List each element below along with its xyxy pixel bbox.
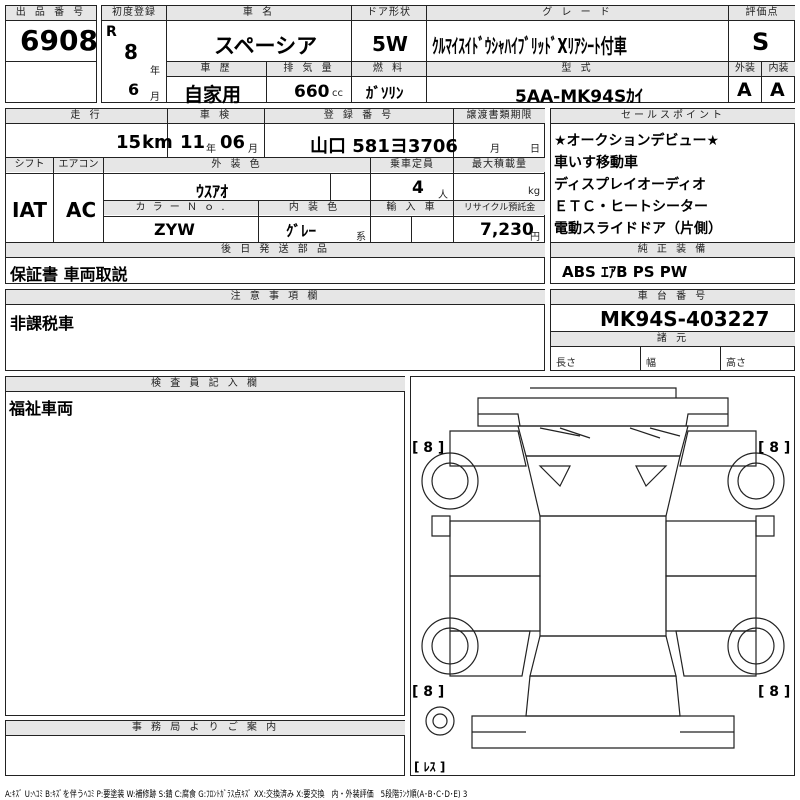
door-type: 5W: [372, 32, 408, 56]
interior-score: A: [770, 79, 785, 101]
later-parts: 保証書 車両取説: [10, 265, 128, 284]
capacity-unit: 人: [438, 190, 448, 201]
model: 5AA-MK94Sｶｲ: [515, 87, 644, 107]
genuine-equipment: ABS ｴｱB PS PW: [562, 263, 688, 281]
lot-number: 6908: [20, 24, 98, 57]
inspection-year-unit: 年: [206, 144, 216, 155]
tire-front-left-score: [ 8 ]: [412, 440, 445, 456]
mileage: 15: [116, 132, 142, 153]
recycle-label: リサイクル預託金: [454, 201, 545, 215]
mileage-label: 走 行: [6, 109, 167, 123]
car-diagram: [421, 387, 785, 749]
dims-label: 諸 元: [551, 332, 795, 346]
sales-point-item: ディスプレイオーディオ: [554, 177, 707, 193]
fuel-label: 燃 料: [352, 62, 426, 76]
score-label: 評価点: [729, 6, 795, 20]
office-label: 事 務 局 よ り ご 案 内: [6, 721, 405, 735]
exterior-color: ｳｽｱｵ: [196, 182, 229, 201]
inspector-label: 検 査 員 記 入 欄: [6, 377, 405, 391]
reg-month: 6: [128, 80, 140, 99]
sales-points-label: セールスポイント: [551, 109, 795, 123]
grade-label: グ レ ー ド: [427, 6, 728, 20]
exterior-score: A: [737, 79, 752, 101]
car-name: スペーシア: [214, 34, 318, 58]
inspection-month-unit: 月: [248, 144, 258, 155]
model-label: 型 式: [427, 62, 728, 76]
month-unit: 月: [150, 92, 160, 103]
tire-rear-left-score: [ 8 ]: [412, 684, 445, 700]
history-label: 車 歴: [167, 62, 266, 76]
length-label: 長さ: [556, 358, 576, 369]
lot-number-label: 出 品 番 号: [6, 6, 96, 20]
car-name-label: 車 名: [167, 6, 351, 20]
capacity: 4: [412, 178, 424, 198]
grade: ｸﾙﾏｲｽｲﾄﾞｳｼｬﾊｲﾌﾞﾘｯﾄﾞXﾘｱｼｰﾄ付車: [432, 34, 627, 58]
inspector-box: [5, 376, 405, 716]
inspection-month: 06: [220, 132, 246, 153]
interior-label: 内装: [762, 62, 795, 76]
transfer-label: 譲渡書類期限: [454, 109, 545, 123]
first-reg-label: 初度登録: [102, 6, 166, 20]
sales-point-item: 車いす移動車: [554, 155, 638, 171]
color-label: 外 装 色: [104, 158, 370, 172]
door-label: ドア形状: [352, 6, 426, 20]
legend: A:ｷｽﾞ U:ﾍｺﾐ B:ｷｽﾞを伴うﾍｺﾐ P:要塗装 W:補修跡 S:錆 …: [5, 790, 468, 800]
height-label: 高さ: [726, 358, 746, 369]
exterior-label: 外装: [729, 62, 761, 76]
transfer-day-unit: 日: [530, 144, 540, 155]
capacity-label: 乗車定員: [371, 158, 453, 172]
color-no-label: カ ラ ー Ｎ ｏ .: [104, 201, 258, 215]
chassis-label: 車 台 番 号: [551, 290, 795, 304]
inspection-year: 11: [180, 132, 206, 153]
color-no: ZYW: [154, 220, 195, 239]
interior-color-label: 内 装 色: [259, 201, 370, 215]
year-unit: 年: [150, 66, 160, 77]
spare-tire-label: [ ﾚｽ ]: [414, 760, 446, 774]
load-unit: kg: [528, 186, 541, 197]
tire-rear-right-score: [ 8 ]: [758, 684, 791, 700]
notes-label: 注 意 事 項 欄: [6, 290, 545, 304]
width-label: 幅: [646, 358, 656, 369]
later-parts-label: 後 日 発 送 部 品: [6, 243, 545, 257]
shift-label: シフト: [6, 158, 53, 172]
recycle-unit: 円: [530, 232, 540, 243]
history: 自家用: [184, 84, 242, 106]
sales-point-item: 電動スライドドア（片側）: [554, 221, 722, 237]
tire-front-right-score: [ 8 ]: [758, 440, 791, 456]
genuine-label: 純 正 装 備: [551, 243, 795, 257]
ac: AC: [66, 198, 97, 222]
era: R: [106, 24, 117, 40]
displacement-label: 排 気 量: [267, 62, 351, 76]
import-label: 輸 入 車: [371, 201, 453, 215]
sales-point-item: ＥＴＣ・ヒートシーター: [554, 199, 708, 215]
notes: 非課税車: [10, 314, 75, 333]
interior-color: ｸﾞﾚｰ: [286, 222, 317, 240]
reg-year: 8: [124, 40, 138, 64]
score: S: [752, 28, 770, 56]
chassis-number: MK94S-403227: [600, 307, 770, 331]
recycle-fee: 7,230: [480, 220, 534, 240]
inspection-label: 車 検: [168, 109, 264, 123]
displacement: 660: [294, 82, 330, 102]
inspector-notes: 福祉車両: [9, 399, 74, 418]
load-label: 最大積載量: [454, 158, 545, 172]
mileage-unit: km: [142, 132, 173, 153]
sales-point-item: ★オークションデビュー★: [554, 133, 720, 149]
transfer-month-unit: 月: [490, 144, 500, 155]
displacement-unit: cc: [332, 88, 343, 99]
fuel: ｶﾞｿﾘﾝ: [366, 84, 404, 102]
ac-label: エアコン: [54, 158, 103, 172]
shift: IAT: [12, 198, 48, 222]
reg-number: 山口 581ヨ3706: [310, 136, 458, 157]
interior-color-suffix: 系: [356, 232, 366, 243]
reg-number-label: 登 録 番 号: [265, 109, 453, 123]
